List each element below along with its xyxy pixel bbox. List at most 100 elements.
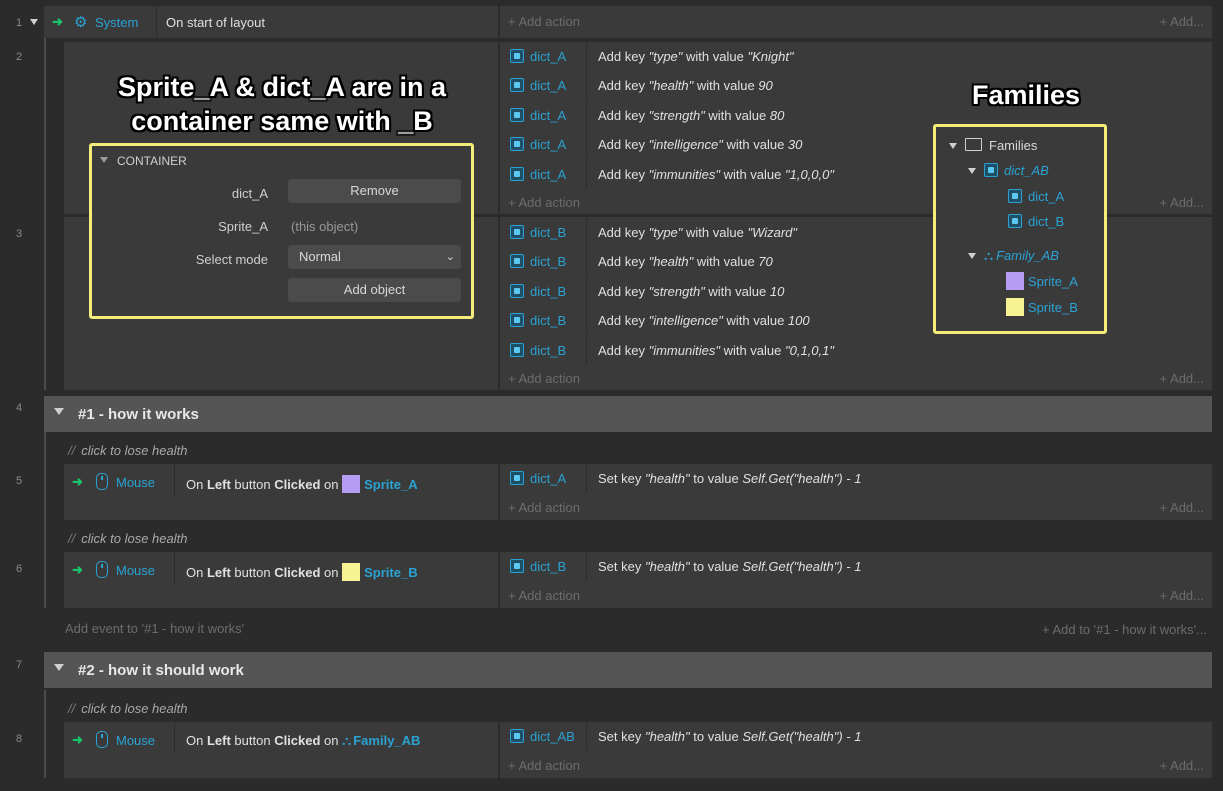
comment[interactable]: //click to lose health [68,531,187,546]
line-number: 5 [15,475,23,487]
collapse-triangle-icon[interactable] [30,19,38,25]
add-action-link[interactable]: + Add action [508,14,580,29]
action-object: dict_B [510,343,566,358]
action-row[interactable]: dict_AB Set key "health" to value Self.G… [500,722,1212,750]
event-5-condition[interactable]: ➜ Mouse On Left button Clicked on Sprite… [64,464,498,520]
dict-icon [510,49,524,63]
add-right-link[interactable]: + Add... [1160,14,1204,29]
action-text: Set key "health" to value Self.Get("heal… [598,559,862,574]
add-right-link[interactable]: + Add... [1160,371,1204,386]
collapse-triangle-icon[interactable] [100,157,108,163]
comment[interactable]: //click to lose health [68,443,187,458]
family-icon: ⛬ [342,733,352,748]
add-action-link[interactable]: + Add action [508,195,580,210]
add-event-link[interactable]: Add event to '#1 - how it works' [65,621,244,636]
action-text: Set key "health" to value Self.Get("heal… [598,729,862,744]
divider [174,464,175,496]
event-6-actions[interactable]: dict_B Set key "health" to value Self.Ge… [500,552,1212,608]
action-row[interactable]: dict_A Set key "health" to value Self.Ge… [500,464,1212,492]
action-text: Add key "strength" with value 10 [598,284,785,299]
sprite-b-swatch [1006,298,1024,316]
dict-icon [510,284,524,298]
container-panel: CONTAINER dict_A Remove Sprite_A (this o… [89,143,474,319]
tree-member[interactable]: dict_B [1008,214,1064,229]
sprite-a-swatch [1006,272,1024,290]
sprite-b-swatch [342,563,361,581]
divider [174,552,175,584]
line-number: 2 [15,51,23,63]
dict-icon [510,137,524,151]
indent-line [44,38,46,390]
tree-member[interactable]: Sprite_B [1006,298,1078,316]
add-action-link[interactable]: + Add action [508,588,580,603]
dict-icon [510,559,524,573]
condition-text: On Left button Clicked on ⛬ Family_AB [186,733,421,748]
action-row[interactable]: dict_B Add key "immunities" with value "… [500,336,1212,364]
add-action-link[interactable]: + Add action [508,371,580,386]
action-text: Add key "health" with value 90 [598,78,773,93]
collapse-triangle-icon [54,408,64,415]
this-object-label: (this object) [291,219,359,234]
line-number: 3 [15,228,23,240]
container-row-label: dict_A [231,186,268,201]
action-text: Add key "immunities" with value "0,1,0,1… [598,343,834,358]
line-number: 6 [15,563,23,575]
condition-text: On start of layout [166,15,265,30]
event-1-condition[interactable]: ➜ ⚙ System On start of layout [44,6,498,38]
add-action-link[interactable]: + Add action [508,758,580,773]
action-object: dict_A [510,167,566,182]
action-object: dict_B [510,313,566,328]
tree-family-dict-ab[interactable]: dict_AB [968,163,1049,178]
expand-triangle-icon [968,168,976,174]
action-text: Set key "health" to value Self.Get("heal… [598,471,862,486]
remove-button[interactable]: Remove [288,179,461,203]
container-header: CONTAINER [117,154,187,168]
tree-member[interactable]: dict_A [1008,189,1064,204]
action-row[interactable]: dict_A Add key "type" with value "Knight… [500,42,1212,70]
indent-line [44,690,46,778]
divider [174,722,175,754]
arrow-icon: ➜ [52,14,63,29]
tree-families-root[interactable]: Families [949,138,1037,153]
container-row-label: Sprite_A [218,219,268,234]
group-1-header[interactable]: #1 - how it works [44,396,1212,432]
dict-icon [1008,214,1022,228]
action-object: dict_A [510,137,566,152]
add-right-link[interactable]: + Add... [1160,758,1204,773]
dict-icon [510,254,524,268]
action-object: dict_B [510,559,566,574]
action-text: Add key "intelligence" with value 30 [598,137,803,152]
add-object-button[interactable]: Add object [288,278,461,302]
add-right-link[interactable]: + Add... [1160,500,1204,515]
expand-triangle-icon [949,143,957,149]
dict-icon [1008,189,1022,203]
group-title: #2 - how it should work [78,662,244,679]
chevron-down-icon: ⌄ [445,251,455,263]
divider [156,6,157,38]
add-right-link[interactable]: + Add... [1160,195,1204,210]
event-5-actions[interactable]: dict_A Set key "health" to value Self.Ge… [500,464,1212,520]
dict-icon [510,78,524,92]
action-text: Add key "health" with value 70 [598,254,773,269]
group-title: #1 - how it works [78,406,199,423]
line-number: 4 [15,402,23,414]
comment[interactable]: //click to lose health [68,701,187,716]
add-to-group-link[interactable]: + Add to '#1 - how it works'... [1042,622,1207,637]
condition-object: Mouse [116,563,156,578]
group-2-header[interactable]: #2 - how it should work [44,652,1212,688]
event-6-condition[interactable]: ➜ Mouse On Left button Clicked on Sprite… [64,552,498,608]
select-mode-dropdown[interactable]: Normal ⌄ [288,245,461,269]
condition-object: Mouse [116,733,156,748]
line-number: 7 [15,659,23,671]
action-object: dict_A [510,471,566,486]
event-1-actions[interactable]: + Add action + Add... [500,6,1212,38]
callout-container: Sprite_A & dict_A are in a container sam… [117,72,447,136]
action-row[interactable]: dict_B Set key "health" to value Self.Ge… [500,552,1212,580]
add-action-link[interactable]: + Add action [508,500,580,515]
event-8-actions[interactable]: dict_AB Set key "health" to value Self.G… [500,722,1212,778]
tree-member[interactable]: Sprite_A [1006,272,1078,290]
tree-family-family-ab[interactable]: ⛬ Family_AB [968,248,1059,264]
add-right-link[interactable]: + Add... [1160,588,1204,603]
event-8-condition[interactable]: ➜ Mouse On Left button Clicked on ⛬ Famil… [64,722,498,778]
action-object: dict_B [510,284,566,299]
